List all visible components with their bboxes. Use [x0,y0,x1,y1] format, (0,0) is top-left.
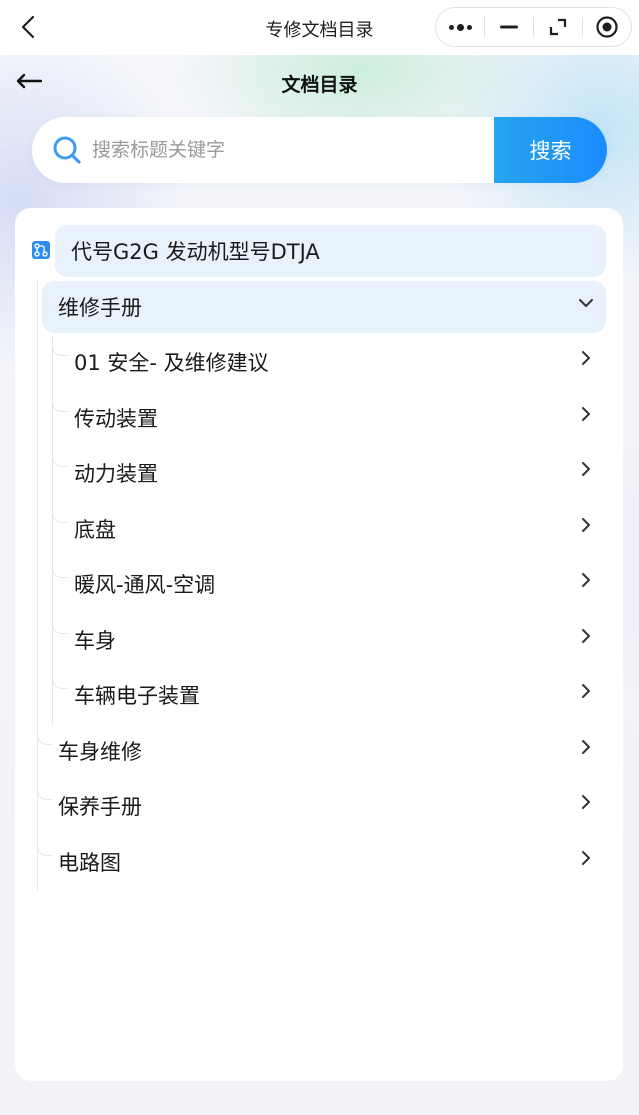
chevron-right-icon [578,626,594,646]
chevron-right-icon [578,737,594,757]
tree-item-label: 底盘 [74,518,116,542]
tree-item[interactable]: 车身 [58,614,606,666]
capsule-menu [435,7,632,47]
top-nav-bar: 专修文档目录 [0,0,639,55]
search-icon [52,135,82,165]
tree-item[interactable]: 暖风-通风-空调 [58,558,606,610]
tree-section-maintenance[interactable]: 保养手册 [42,780,606,832]
chevron-right-icon [578,848,594,868]
search-bar: 搜索 [32,117,607,183]
chevron-right-icon [578,459,594,479]
tree-section-body-repair[interactable]: 车身维修 [42,725,606,777]
chevron-right-icon [578,515,594,535]
tree-item-label: 暖风-通风-空调 [74,573,216,597]
page-title: 文档目录 [281,74,358,96]
more-icon[interactable] [436,8,484,46]
chevron-right-icon [578,404,594,424]
tree-item-label: 动力装置 [74,462,158,486]
minimize-icon[interactable] [485,8,533,46]
chevron-right-icon [578,570,594,590]
tree-item[interactable]: 底盘 [58,503,606,555]
chevron-right-icon [578,792,594,812]
tree-item-label: 车身 [74,629,116,653]
tree-section-wiring-diagram[interactable]: 电路图 [42,836,606,888]
tree-section-label: 电路图 [58,851,121,875]
tree-item[interactable]: 01 安全- 及维修建议 [58,336,606,388]
search-input[interactable] [92,117,522,183]
tree-item[interactable]: 传动装置 [58,392,606,444]
chevron-right-icon [578,348,594,368]
tree-structure-icon [31,240,51,260]
catalog-card: 代号G2G 发动机型号DTJA 维修手册 01 安全- 及维修建议 传动装置 动… [15,208,623,1081]
chevron-right-icon [578,681,594,701]
tree-root[interactable]: 代号G2G 发动机型号DTJA [55,225,606,277]
tree-item-label: 01 安全- 及维修建议 [74,351,269,375]
tree-section-label: 保养手册 [58,795,142,819]
tree-section-label: 车身维修 [58,740,142,764]
search-button[interactable]: 搜索 [494,117,607,183]
restore-icon[interactable] [534,8,582,46]
tree-item[interactable]: 车辆电子装置 [58,669,606,721]
tree-item-label: 车辆电子装置 [74,684,200,708]
tree-item-label: 传动装置 [74,407,158,431]
chevron-down-icon [578,293,594,313]
tree-guide-line [52,336,53,724]
tree-guide-line [37,280,38,890]
tree-item[interactable]: 动力装置 [58,447,606,499]
tree-section-label: 维修手册 [58,296,142,320]
record-icon[interactable] [583,8,631,46]
tree-section-repair-manual[interactable]: 维修手册 [42,281,606,333]
